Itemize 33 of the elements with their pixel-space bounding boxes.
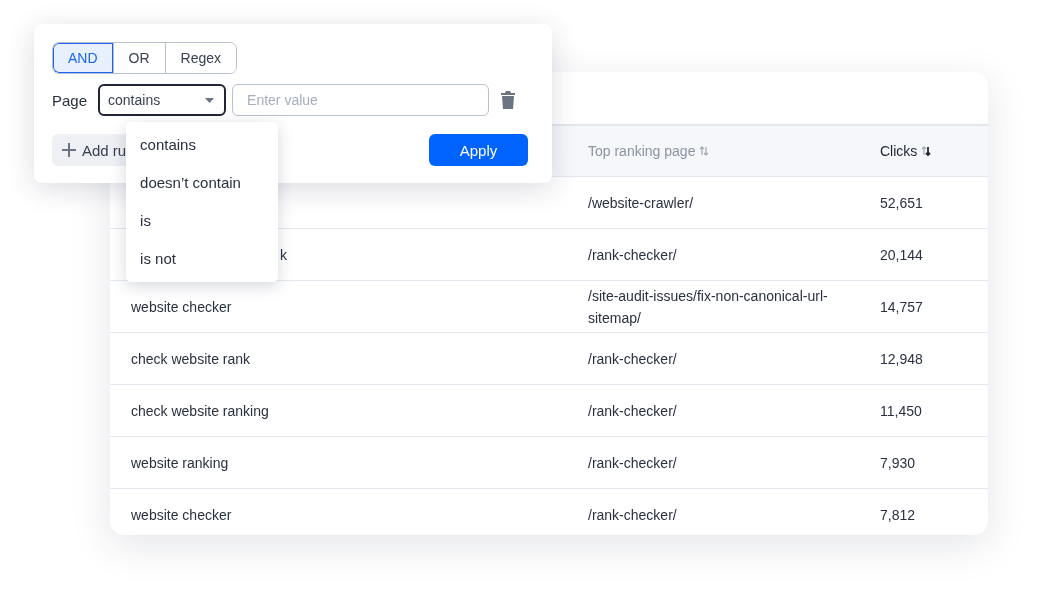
keyword-cell: website checker — [131, 298, 232, 315]
mode-toggle[interactable]: AND — [53, 43, 113, 73]
apply-button[interactable]: Apply — [429, 134, 528, 166]
clicks-cell: 52,651 — [880, 194, 923, 211]
keyword-cell: k — [280, 246, 287, 263]
clicks-cell: 12,948 — [880, 350, 923, 367]
menu-option[interactable]: is not — [126, 240, 279, 278]
page-cell: /site-audit-issues/fix-non-canonical-url-sitemap/ — [588, 287, 828, 326]
sort-icon[interactable] — [921, 145, 932, 157]
page-cell: /rank-checker/ — [588, 402, 677, 419]
column-header[interactable]: Clicks — [880, 143, 932, 159]
value-field[interactable]: Enter value — [232, 84, 490, 116]
field-label: Page — [52, 91, 88, 109]
page-cell: /rank-checker/ — [588, 454, 677, 471]
menu-option[interactable]: is — [126, 202, 279, 240]
keyword-cell: check website ranking — [131, 402, 269, 419]
keyword-cell: check website rank — [131, 350, 251, 367]
page-cell: /website-crawler/ — [588, 194, 694, 211]
clicks-cell: 11,450 — [880, 402, 922, 419]
menu-option[interactable]: doesn’t contain — [126, 164, 279, 202]
clicks-cell: 20,144 — [880, 246, 923, 263]
trash-icon[interactable] — [501, 91, 516, 109]
caret-icon — [205, 97, 215, 103]
keyword-cell: website ranking — [131, 454, 229, 471]
keyword-cell: website checker — [131, 506, 232, 523]
page-cell: /rank-checker/ — [588, 506, 677, 523]
mode-toggle[interactable]: Regex — [164, 43, 237, 73]
page-cell: /rank-checker/ — [588, 350, 677, 367]
clicks-cell: 14,757 — [880, 298, 923, 315]
plus-icon — [62, 143, 76, 157]
clicks-cell: 7,930 — [880, 454, 916, 471]
clicks-cell: 7,812 — [880, 506, 916, 523]
page-cell: /rank-checker/ — [588, 246, 677, 263]
